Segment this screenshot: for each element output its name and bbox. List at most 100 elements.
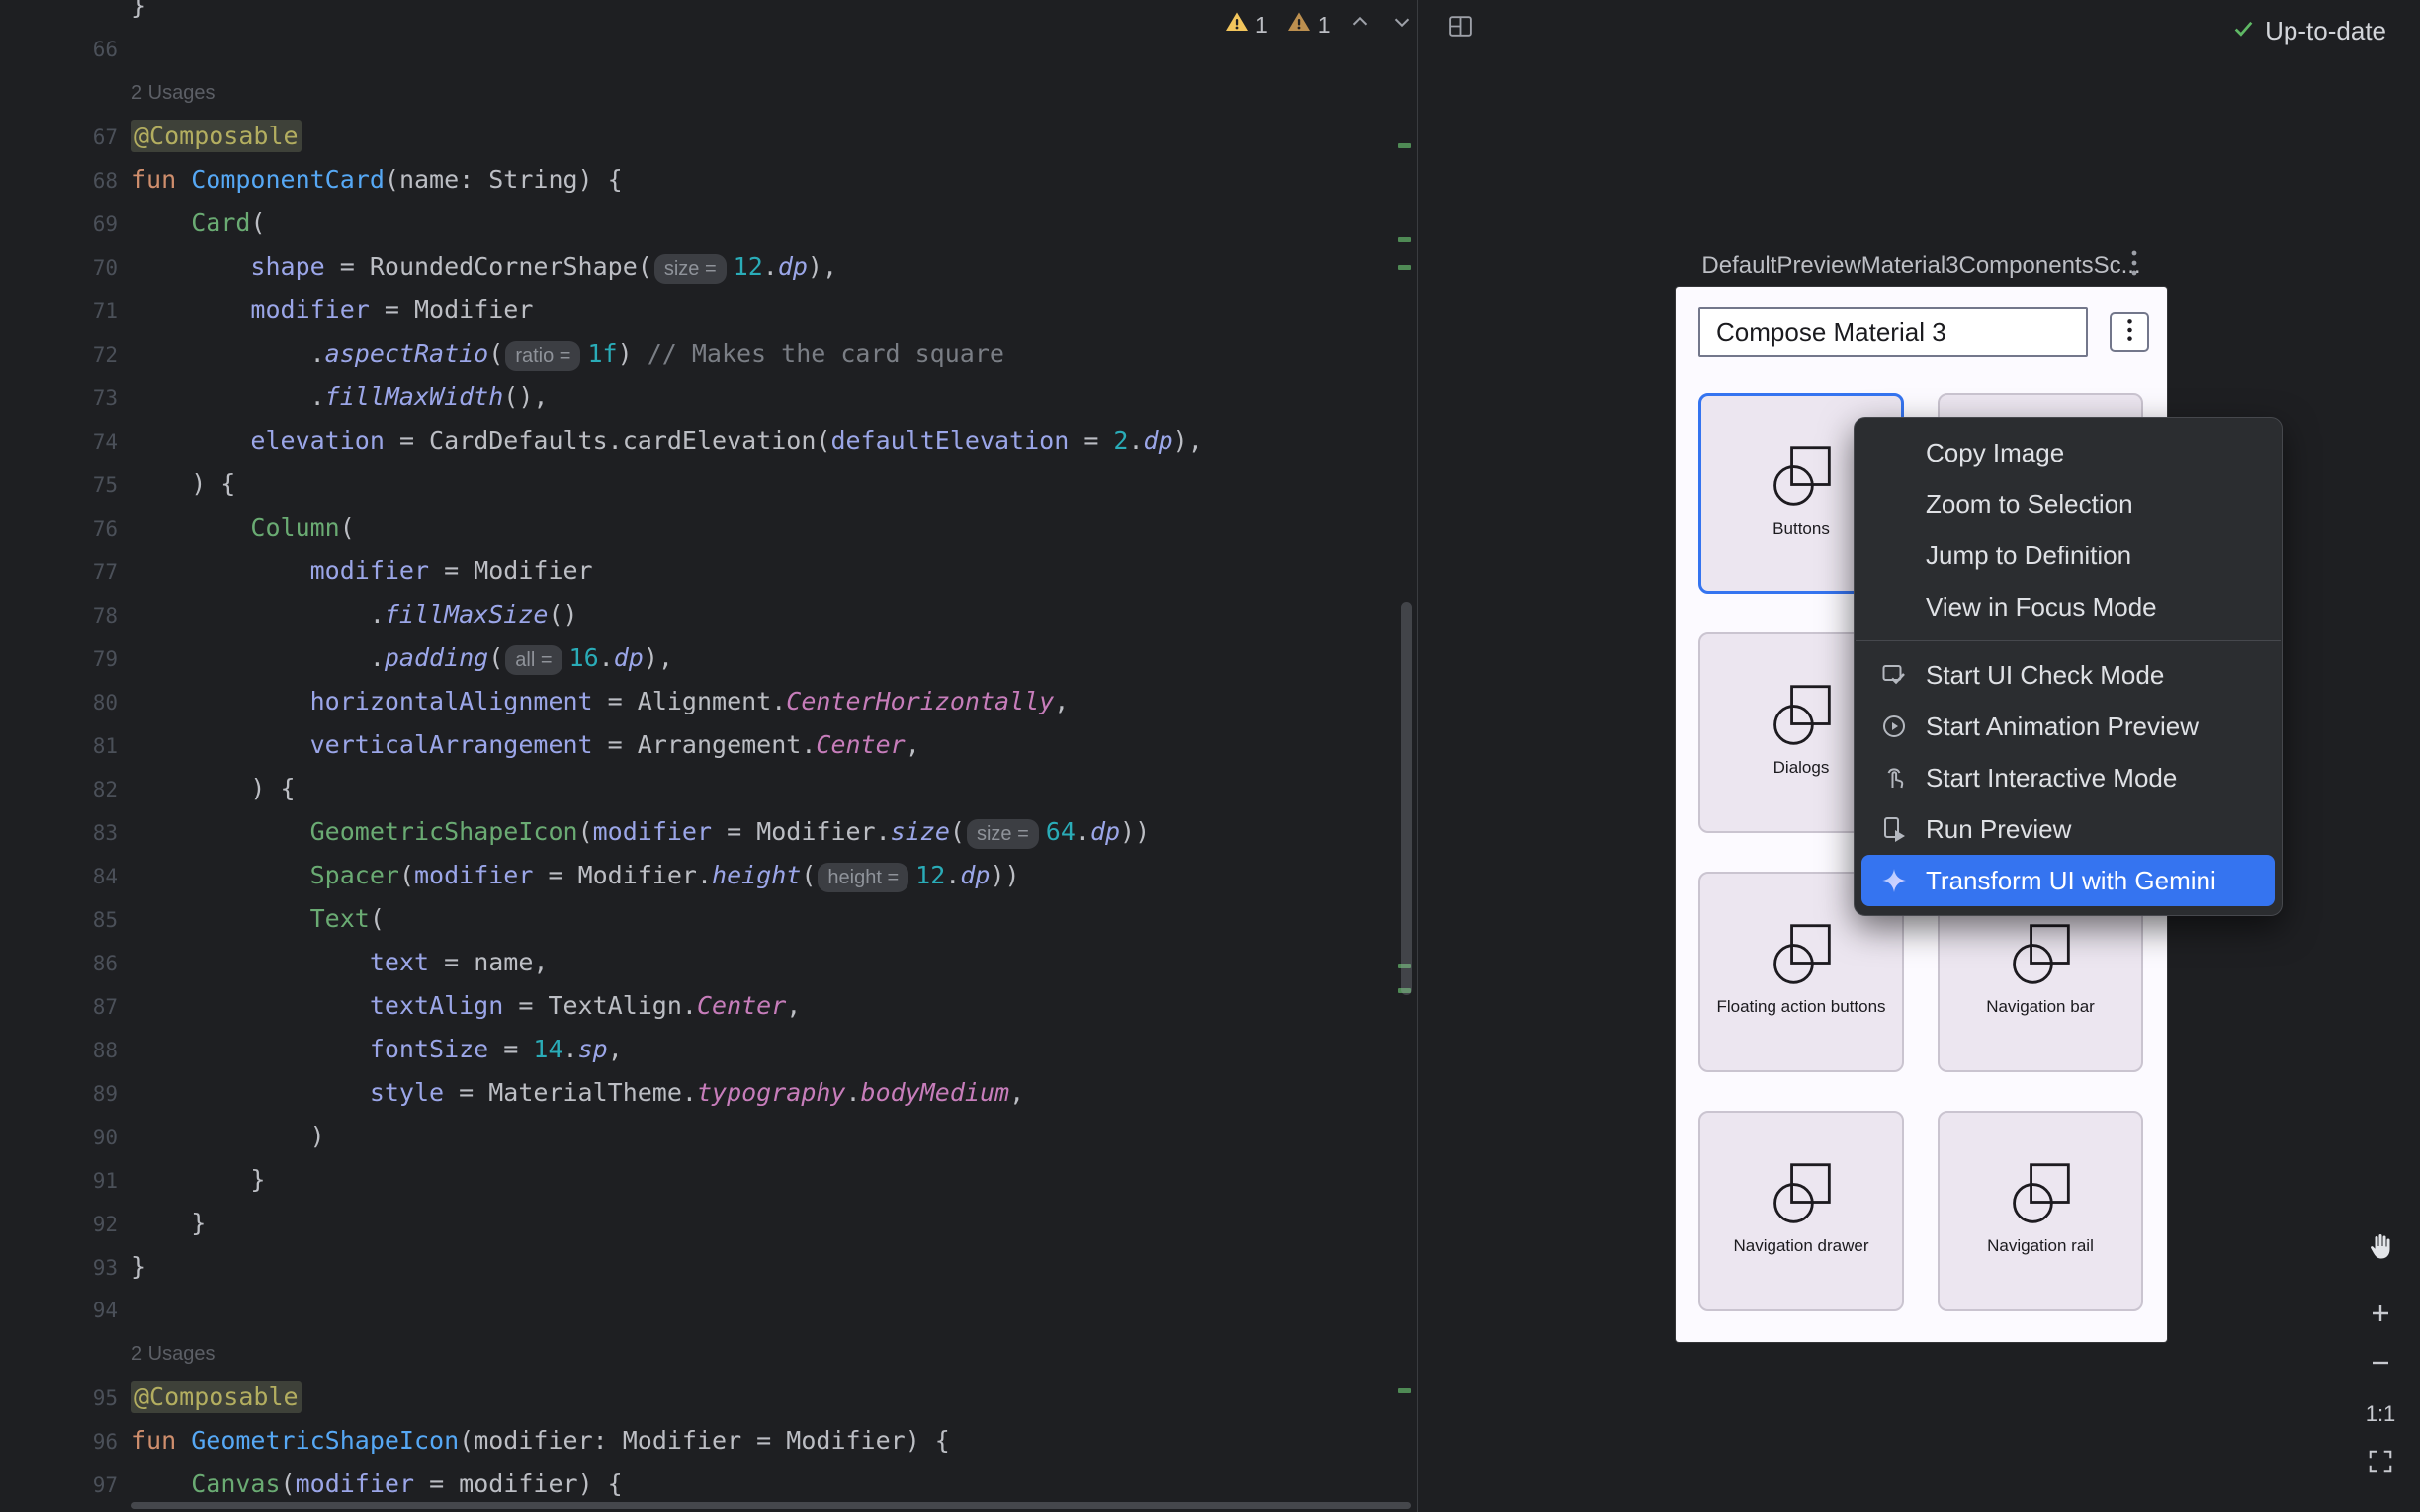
code-line[interactable]: 75 ) {: [0, 462, 1417, 506]
code-line[interactable]: 70 shape = RoundedCornerShape(size =12.d…: [0, 245, 1417, 289]
code-text: .aspectRatio(ratio =1f) // Makes the car…: [131, 332, 1004, 378]
code-editor[interactable]: }662 Usages67@Composable68fun ComponentC…: [0, 0, 1417, 1512]
code-text: modifier = Modifier: [131, 289, 533, 332]
line-number: 88: [0, 1029, 118, 1072]
usages-hint[interactable]: 2 Usages: [131, 71, 216, 115]
code-line[interactable]: 83 GeometricShapeIcon(modifier = Modifie…: [0, 810, 1417, 854]
code-line[interactable]: 90 ): [0, 1115, 1417, 1158]
code-line[interactable]: 89 style = MaterialTheme.typography.body…: [0, 1071, 1417, 1115]
inlay-hint: height =: [818, 863, 908, 892]
code-line[interactable]: 73 .fillMaxWidth(),: [0, 376, 1417, 419]
line-number: 91: [0, 1159, 118, 1203]
code-line[interactable]: 97 Canvas(modifier = modifier) {: [0, 1463, 1417, 1506]
horizontal-scrollbar-thumb[interactable]: [131, 1502, 1411, 1509]
warning-count-label: 1: [1255, 12, 1268, 39]
preview-card-navigation-rail[interactable]: Navigation rail: [1938, 1111, 2143, 1311]
code-line[interactable]: 95@Composable: [0, 1376, 1417, 1419]
preview-layout-button[interactable]: [1443, 12, 1477, 45]
menu-item-label: Transform UI with Gemini: [1926, 866, 2216, 896]
compose-material3-header[interactable]: Compose Material 3: [1698, 307, 2088, 357]
code-line[interactable]: 77 modifier = Modifier: [0, 549, 1417, 593]
geometric-shape-icon: [2007, 1160, 2074, 1232]
code-line[interactable]: 82 ) {: [0, 767, 1417, 810]
menu-item-start-interactive-mode[interactable]: Start Interactive Mode: [1855, 752, 2282, 803]
menu-item-label: Start Interactive Mode: [1926, 763, 2177, 794]
usages-hint-row[interactable]: 2 Usages: [0, 71, 1417, 115]
code-text: text = name,: [131, 941, 548, 984]
menu-item-copy-image[interactable]: Copy Image: [1855, 427, 2282, 478]
code-line[interactable]: 93}: [0, 1245, 1417, 1289]
menu-icon-slot: [1880, 490, 1926, 518]
line-number: 82: [0, 768, 118, 811]
line-number: 79: [0, 637, 118, 681]
code-line[interactable]: 80 horizontalAlignment = Alignment.Cente…: [0, 680, 1417, 723]
code-text: Column(: [131, 506, 355, 549]
line-number: 96: [0, 1420, 118, 1464]
code-text: textAlign = TextAlign.Center,: [131, 984, 801, 1028]
code-line[interactable]: 78 .fillMaxSize(): [0, 593, 1417, 636]
usages-hint-row[interactable]: 2 Usages: [0, 1332, 1417, 1376]
code-text: Text(: [131, 897, 385, 941]
code-line[interactable]: 74 elevation = CardDefaults.cardElevatio…: [0, 419, 1417, 462]
previous-issue-button[interactable]: [1348, 10, 1372, 40]
zoom-in-button[interactable]: [2359, 1291, 2402, 1340]
zoom-out-button[interactable]: [2359, 1340, 2402, 1389]
code-line[interactable]: 81 verticalArrangement = Arrangement.Cen…: [0, 723, 1417, 767]
line-number: 74: [0, 420, 118, 463]
code-line[interactable]: 66: [0, 28, 1417, 71]
warnings-count[interactable]: 1: [1224, 9, 1268, 41]
geometric-shape-icon: [1768, 682, 1835, 754]
line-number: 72: [0, 333, 118, 377]
zoom-to-fit-button[interactable]: [2359, 1439, 2402, 1488]
code-line[interactable]: 85 Text(: [0, 897, 1417, 941]
zoom-100-button[interactable]: 1:1: [2359, 1389, 2402, 1439]
code-text: .padding(all =16.dp),: [131, 636, 673, 682]
zoom-in-icon: [2367, 1300, 2394, 1332]
menu-item-start-ui-check-mode[interactable]: Start UI Check Mode: [1855, 649, 2282, 701]
card-label: Navigation drawer: [1729, 1236, 1872, 1256]
menu-item-label: Jump to Definition: [1926, 541, 2131, 571]
pan-button[interactable]: [2359, 1223, 2402, 1273]
code-line[interactable]: 94: [0, 1289, 1417, 1332]
preview-card-navigation-drawer[interactable]: Navigation drawer: [1698, 1111, 1904, 1311]
code-line[interactable]: 96fun GeometricShapeIcon(modifier: Modif…: [0, 1419, 1417, 1463]
code-line[interactable]: 92 }: [0, 1202, 1417, 1245]
menu-item-jump-to-definition[interactable]: Jump to Definition: [1855, 530, 2282, 581]
code-line[interactable]: 69 Card(: [0, 202, 1417, 245]
code-line[interactable]: 88 fontSize = 14.sp,: [0, 1028, 1417, 1071]
menu-item-run-preview[interactable]: Run Preview: [1855, 803, 2282, 855]
usages-hint[interactable]: 2 Usages: [131, 1332, 216, 1376]
code-line[interactable]: 84 Spacer(modifier = Modifier.height(hei…: [0, 854, 1417, 897]
menu-item-transform-ui-with-gemini[interactable]: Transform UI with Gemini: [1861, 855, 2275, 906]
weak-warnings-count[interactable]: 1: [1286, 9, 1331, 41]
preview-options-button[interactable]: [2119, 250, 2149, 282]
code-line[interactable]: 86 text = name,: [0, 941, 1417, 984]
menu-item-label: View in Focus Mode: [1926, 592, 2157, 623]
code-line[interactable]: 68fun ComponentCard(name: String) {: [0, 158, 1417, 202]
menu-item-zoom-to-selection[interactable]: Zoom to Selection: [1855, 478, 2282, 530]
surface-menu-button[interactable]: [2110, 312, 2149, 352]
geometric-shape-icon: [2007, 921, 2074, 993]
inspections-widget[interactable]: 1 1: [1224, 9, 1414, 41]
code-line[interactable]: 67@Composable: [0, 115, 1417, 158]
code-line[interactable]: 71 modifier = Modifier: [0, 289, 1417, 332]
code-line[interactable]: }: [0, 0, 1417, 28]
vertical-scrollbar-thumb[interactable]: [1401, 602, 1412, 995]
code-text: .fillMaxWidth(),: [131, 376, 548, 419]
next-issue-button[interactable]: [1390, 10, 1414, 40]
preview-titlebar: DefaultPreviewMaterial3ComponentsSc...: [1676, 245, 2167, 287]
code-line[interactable]: 76 Column(: [0, 506, 1417, 549]
weak-warning-icon: [1286, 9, 1312, 41]
menu-item-label: Run Preview: [1926, 814, 2071, 845]
code-line[interactable]: 72 .aspectRatio(ratio =1f) // Makes the …: [0, 332, 1417, 376]
code-line[interactable]: 87 textAlign = TextAlign.Center,: [0, 984, 1417, 1028]
code-text: }: [131, 1158, 265, 1202]
code-lines: }662 Usages67@Composable68fun ComponentC…: [0, 0, 1417, 1506]
menu-item-start-animation-preview[interactable]: Start Animation Preview: [1855, 701, 2282, 752]
menu-item-view-in-focus-mode[interactable]: View in Focus Mode: [1855, 581, 2282, 632]
code-text: elevation = CardDefaults.cardElevation(d…: [131, 419, 1203, 462]
gemini-icon: [1880, 867, 1926, 894]
code-line[interactable]: 79 .padding(all =16.dp),: [0, 636, 1417, 680]
line-number: 85: [0, 898, 118, 942]
code-line[interactable]: 91 }: [0, 1158, 1417, 1202]
